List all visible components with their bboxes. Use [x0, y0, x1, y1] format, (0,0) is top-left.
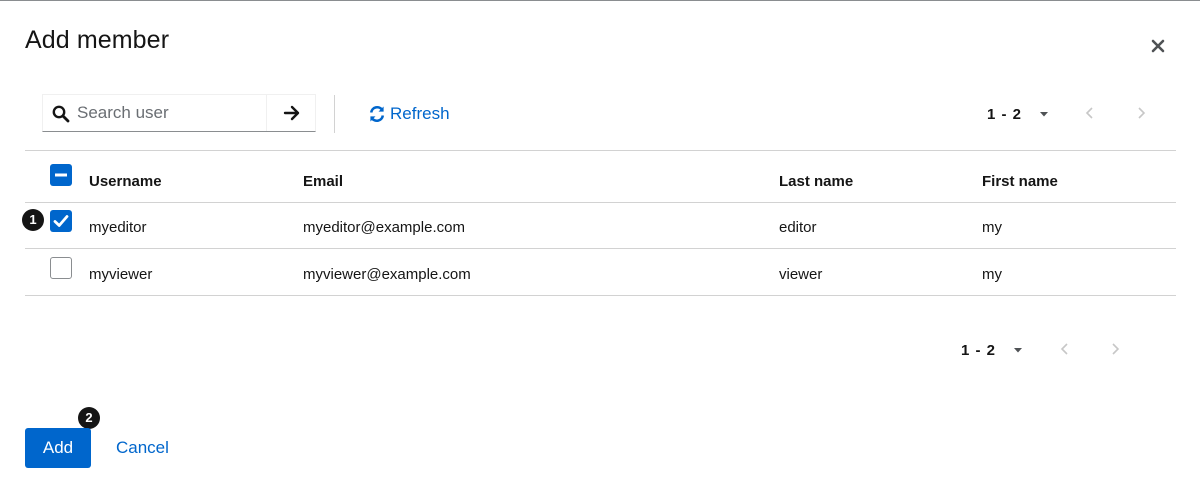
cell-email: myeditor@example.com: [303, 219, 465, 236]
search-box: [42, 94, 316, 132]
pagination-range[interactable]: 1 - 2: [961, 342, 996, 359]
search-submit-button[interactable]: [266, 95, 317, 131]
callout-badge: 1: [22, 209, 44, 231]
caret-down-icon[interactable]: [1012, 344, 1024, 356]
pagination-range[interactable]: 1 - 2: [987, 106, 1022, 123]
toolbar-divider: [334, 95, 335, 133]
pagination-top: 1 - 2: [987, 102, 1050, 126]
cell-first-name: my: [982, 266, 1002, 283]
row-checkbox[interactable]: [50, 257, 72, 279]
previous-page-icon[interactable]: [1084, 106, 1096, 120]
column-header-email[interactable]: Email: [303, 173, 343, 190]
column-header-username[interactable]: Username: [89, 173, 162, 190]
callout-badge: 2: [78, 407, 100, 429]
add-button[interactable]: Add: [25, 428, 91, 468]
table-top-border: [25, 150, 1176, 151]
cell-username: myeditor: [89, 219, 147, 236]
refresh-button[interactable]: Refresh: [368, 102, 450, 126]
modal-title: Add member: [25, 26, 170, 54]
pagination-bottom: 1 - 2: [961, 338, 1024, 362]
next-page-icon[interactable]: [1109, 342, 1121, 356]
previous-page-icon[interactable]: [1059, 342, 1071, 356]
cancel-button[interactable]: Cancel: [116, 438, 169, 458]
modal-top-border: [0, 0, 1200, 1]
caret-down-icon[interactable]: [1038, 108, 1050, 120]
checkmark-icon: [53, 215, 69, 227]
cell-email: myviewer@example.com: [303, 266, 471, 283]
table-bottom-border: [25, 295, 1176, 296]
cell-first-name: my: [982, 219, 1002, 236]
select-all-checkbox[interactable]: [50, 164, 72, 186]
refresh-icon: [369, 105, 385, 123]
minus-icon: [55, 173, 67, 177]
search-icon: [52, 105, 70, 123]
close-icon[interactable]: [1148, 36, 1168, 56]
table-row-divider: [25, 202, 1176, 203]
column-header-last-name[interactable]: Last name: [779, 173, 853, 190]
cell-last-name: viewer: [779, 266, 823, 283]
cell-last-name: editor: [779, 219, 817, 236]
next-page-icon[interactable]: [1135, 106, 1147, 120]
arrow-right-icon: [283, 105, 300, 121]
row-checkbox[interactable]: [50, 210, 72, 232]
refresh-label: Refresh: [390, 104, 450, 123]
column-header-first-name[interactable]: First name: [982, 173, 1058, 190]
table-row-divider: [25, 248, 1176, 249]
cell-username: myviewer: [89, 266, 153, 283]
